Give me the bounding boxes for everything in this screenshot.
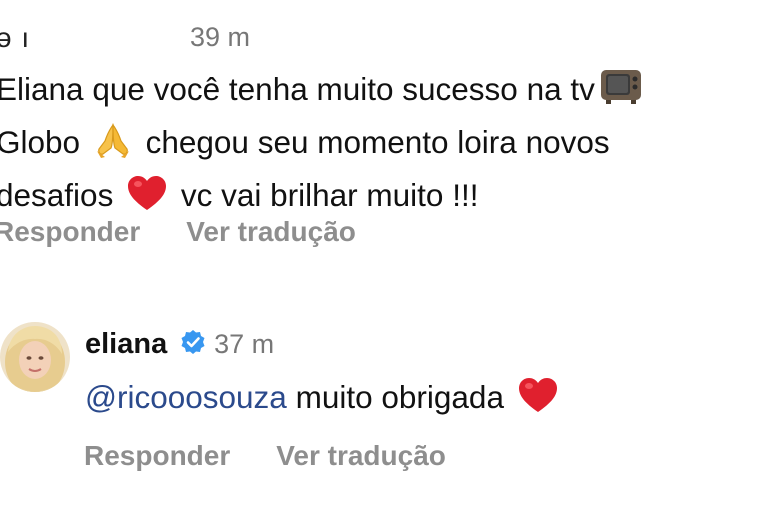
reply-header: eliana 37 m — [85, 328, 274, 368]
comment-text-part: Globo — [0, 124, 81, 160]
comment-actions: Responder Ver tradução — [0, 216, 356, 248]
television-icon — [599, 66, 643, 119]
avatar[interactable] — [0, 322, 70, 392]
red-heart-icon — [517, 376, 559, 426]
comment-text-part: chegou seu momento loira novos — [145, 124, 610, 160]
reply-body: @ricooosouza muito obrigada — [85, 374, 563, 426]
reply-timestamp: 37 m — [214, 329, 275, 359]
comment-timestamp: 39 m — [190, 22, 251, 52]
folded-hands-icon — [93, 121, 133, 172]
comment-body: Eliana que você tenha muito sucesso na t… — [0, 66, 768, 225]
mention-link[interactable]: @ricooosouza — [85, 379, 287, 415]
translate-button[interactable]: Ver tradução — [276, 440, 446, 472]
verified-badge-icon — [180, 329, 206, 360]
reply-username[interactable]: eliana — [85, 328, 167, 360]
comment-text-part: vc vai brilhar muito !!! — [180, 177, 479, 213]
reply-comment: eliana 37 m @ricooosouza muito obrigada … — [0, 300, 768, 512]
translate-button[interactable]: Ver tradução — [186, 216, 356, 248]
comment-text-part: Eliana que você tenha muito sucesso na t… — [0, 71, 595, 107]
comment-line-1: Eliana que você tenha muito sucesso na t… — [0, 66, 768, 119]
comment-username[interactable]: ə ı — [0, 22, 30, 54]
reply-button[interactable]: Responder — [0, 216, 140, 248]
reply-button[interactable]: Responder — [84, 440, 230, 472]
reply-text: muito obrigada — [295, 379, 504, 415]
comment-line-2: Globo chegou seu momento loira novos — [0, 119, 768, 172]
comment-text-part: desafios — [0, 177, 114, 213]
reply-actions: Responder Ver tradução — [84, 440, 446, 472]
comment-top: ə ı 39 m Eliana que você tenha muito suc… — [0, 0, 768, 260]
comment-header: ə ı 39 m — [0, 18, 768, 58]
